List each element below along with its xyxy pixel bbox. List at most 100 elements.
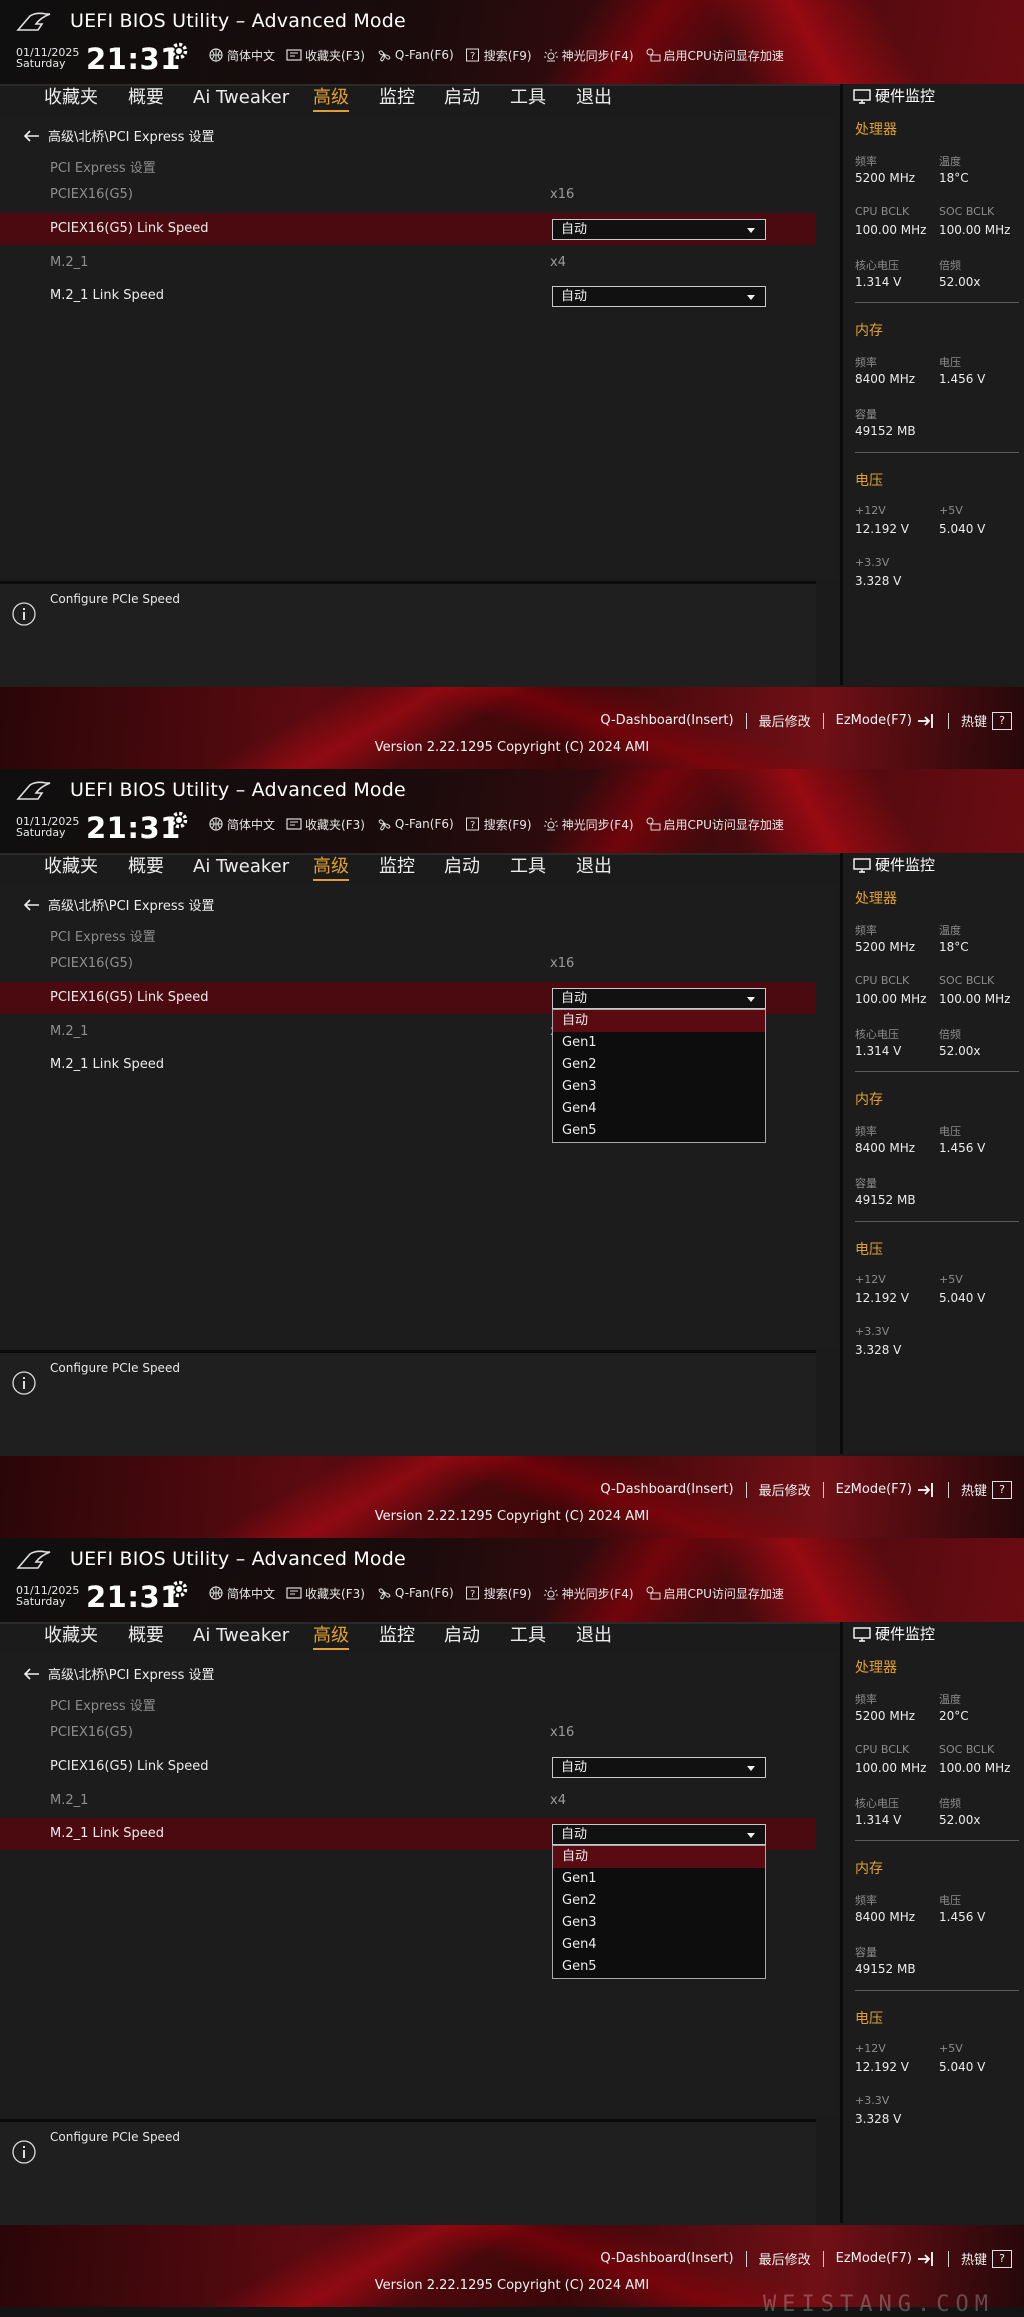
dropdown-option-gen3[interactable]: Gen3 <box>553 1076 765 1098</box>
tab-tool[interactable]: 工具 <box>510 84 546 112</box>
qfan-button[interactable]: Q-Fan(F6) <box>376 48 454 62</box>
qdashboard-button[interactable]: Q-Dashboard(Insert) <box>600 1482 733 1497</box>
setting-row-m2-speed[interactable]: M.2_1 Link Speed 自动 <box>0 280 816 312</box>
back-arrow-icon[interactable] <box>24 1667 40 1680</box>
setting-row-pciex16-speed[interactable]: PCIEX16(G5) Link Speed 自动 <box>0 213 816 245</box>
hw-12v-label: +12V <box>855 2042 886 2055</box>
dropdown-option-gen3[interactable]: Gen3 <box>553 1912 765 1934</box>
hotkeys-button[interactable]: 热键? <box>961 1480 1012 1499</box>
tab-ai-tweaker[interactable]: Ai Tweaker <box>193 1622 289 1650</box>
language-button[interactable]: 简体中文 <box>208 1585 275 1602</box>
ezmode-button[interactable]: EzMode(F7) <box>836 1481 936 1499</box>
breadcrumb[interactable]: 高级\北桥\PCI Express 设置 <box>24 126 215 145</box>
pciex16-speed-select[interactable]: 自动 <box>552 988 766 1009</box>
gear-icon[interactable] <box>168 40 190 62</box>
favorites-button[interactable]: 收藏夹(F3) <box>286 816 365 833</box>
aura-button[interactable]: 神光同步(F4) <box>543 47 634 64</box>
language-label: 简体中文 <box>227 1586 276 1601</box>
watermark: WEISTANG.COM <box>763 2292 994 2317</box>
pciex16-speed-select[interactable]: 自动 <box>552 219 766 240</box>
last-changes-button[interactable]: 最后修改 <box>759 2249 811 2268</box>
separator <box>745 712 747 729</box>
dropdown-option-gen2[interactable]: Gen2 <box>553 1890 765 1912</box>
ezmode-button[interactable]: EzMode(F7) <box>836 712 936 730</box>
tab-advanced[interactable]: 高级 <box>313 84 349 112</box>
fan-icon <box>378 819 391 831</box>
language-button[interactable]: 简体中文 <box>208 47 275 64</box>
tab-advanced[interactable]: 高级 <box>313 853 349 881</box>
breadcrumb[interactable]: 高级\北桥\PCI Express 设置 <box>24 895 215 914</box>
dropdown-option-gen2[interactable]: Gen2 <box>553 1054 765 1076</box>
tab-exit[interactable]: 退出 <box>576 84 612 112</box>
tab-monitor[interactable]: 监控 <box>379 853 415 881</box>
m2-speed-select[interactable]: 自动 <box>552 286 766 307</box>
tab-boot[interactable]: 启动 <box>444 1622 480 1650</box>
ezmode-button[interactable]: EzMode(F7) <box>836 2250 936 2268</box>
qfan-button[interactable]: Q-Fan(F6) <box>376 817 454 831</box>
hw-12v-label: +12V <box>855 504 886 517</box>
tab-favorites[interactable]: 收藏夹 <box>44 1622 98 1650</box>
language-button[interactable]: 简体中文 <box>208 816 275 833</box>
help-box: Configure PCIe Speed <box>0 1350 816 1457</box>
tab-exit[interactable]: 退出 <box>576 853 612 881</box>
tab-boot[interactable]: 启动 <box>444 853 480 881</box>
back-arrow-icon[interactable] <box>24 898 40 911</box>
favorites-button[interactable]: 收藏夹(F3) <box>286 47 365 64</box>
hw-mem-freq: 8400 MHz <box>855 1910 916 1924</box>
resizable-bar-button[interactable]: 启用CPU访问显存加速 <box>645 47 784 64</box>
setting-row-pciex16-speed[interactable]: PCIEX16(G5) Link Speed 自动 <box>0 1751 816 1783</box>
resizable-bar-button[interactable]: 启用CPU访问显存加速 <box>645 816 784 833</box>
hw-vcore-label: 核心电压 <box>855 259 899 272</box>
breadcrumb[interactable]: 高级\北桥\PCI Express 设置 <box>24 1664 215 1683</box>
hw-mem-cap-label: 容量 <box>855 408 877 421</box>
resizable-bar-button[interactable]: 启用CPU访问显存加速 <box>645 1585 784 1602</box>
dropdown-option-gen4[interactable]: Gen4 <box>553 1934 765 1956</box>
pciex16-speed-label: PCIEX16(G5) Link Speed <box>50 1759 209 1774</box>
qdashboard-button[interactable]: Q-Dashboard(Insert) <box>600 713 733 728</box>
tab-advanced[interactable]: 高级 <box>313 1622 349 1650</box>
pciex16-speed-select[interactable]: 自动 <box>552 1757 766 1778</box>
gear-icon[interactable] <box>168 1578 190 1600</box>
tab-tool[interactable]: 工具 <box>510 853 546 881</box>
dropdown-option-gen1[interactable]: Gen1 <box>553 1868 765 1890</box>
favorites-button[interactable]: 收藏夹(F3) <box>286 1585 365 1602</box>
aura-button[interactable]: 神光同步(F4) <box>543 816 634 833</box>
tab-boot[interactable]: 启动 <box>444 84 480 112</box>
hw-mem-freq: 8400 MHz <box>855 1141 916 1155</box>
tab-main[interactable]: 概要 <box>128 853 164 881</box>
hotkeys-button[interactable]: 热键? <box>961 711 1012 730</box>
dropdown-option-auto[interactable]: 自动 <box>553 1846 765 1868</box>
aura-button[interactable]: 神光同步(F4) <box>543 1585 634 1602</box>
qdashboard-button[interactable]: Q-Dashboard(Insert) <box>600 2251 733 2266</box>
dropdown-option-gen5[interactable]: Gen5 <box>553 1120 765 1142</box>
hotkeys-button[interactable]: 热键? <box>961 2249 1012 2268</box>
tab-ai-tweaker[interactable]: Ai Tweaker <box>193 84 289 112</box>
toolbar: 简体中文 收藏夹(F3) Q-Fan(F6) ? 搜索(F9) 神光同步(F4) … <box>208 45 795 65</box>
last-changes-button[interactable]: 最后修改 <box>759 1480 811 1499</box>
tab-monitor[interactable]: 监控 <box>379 84 415 112</box>
hw-mem-cap: 49152 MB <box>855 424 916 438</box>
tab-main[interactable]: 概要 <box>128 84 164 112</box>
m2-speed-select[interactable]: 自动 <box>552 1824 766 1845</box>
gear-icon[interactable] <box>168 809 190 831</box>
tab-main[interactable]: 概要 <box>128 1622 164 1650</box>
tab-favorites[interactable]: 收藏夹 <box>44 84 98 112</box>
hw-33v: 3.328 V <box>855 2112 902 2126</box>
dropdown-option-auto[interactable]: 自动 <box>553 1010 765 1032</box>
hw-cpu-bclk-label: CPU BCLK <box>855 974 910 987</box>
tab-favorites[interactable]: 收藏夹 <box>44 853 98 881</box>
last-changes-button[interactable]: 最后修改 <box>759 711 811 730</box>
tab-monitor[interactable]: 监控 <box>379 1622 415 1650</box>
tab-ai-tweaker[interactable]: Ai Tweaker <box>193 853 289 881</box>
dropdown-option-gen4[interactable]: Gen4 <box>553 1098 765 1120</box>
search-button[interactable]: ? 搜索(F9) <box>465 1585 532 1602</box>
qfan-button[interactable]: Q-Fan(F6) <box>376 1586 454 1600</box>
search-button[interactable]: ? 搜索(F9) <box>465 816 532 833</box>
tab-exit[interactable]: 退出 <box>576 1622 612 1650</box>
dropdown-option-gen5[interactable]: Gen5 <box>553 1956 765 1978</box>
back-arrow-icon[interactable] <box>24 129 40 142</box>
chevron-down-icon <box>747 228 755 233</box>
dropdown-option-gen1[interactable]: Gen1 <box>553 1032 765 1054</box>
search-button[interactable]: ? 搜索(F9) <box>465 47 532 64</box>
tab-tool[interactable]: 工具 <box>510 1622 546 1650</box>
